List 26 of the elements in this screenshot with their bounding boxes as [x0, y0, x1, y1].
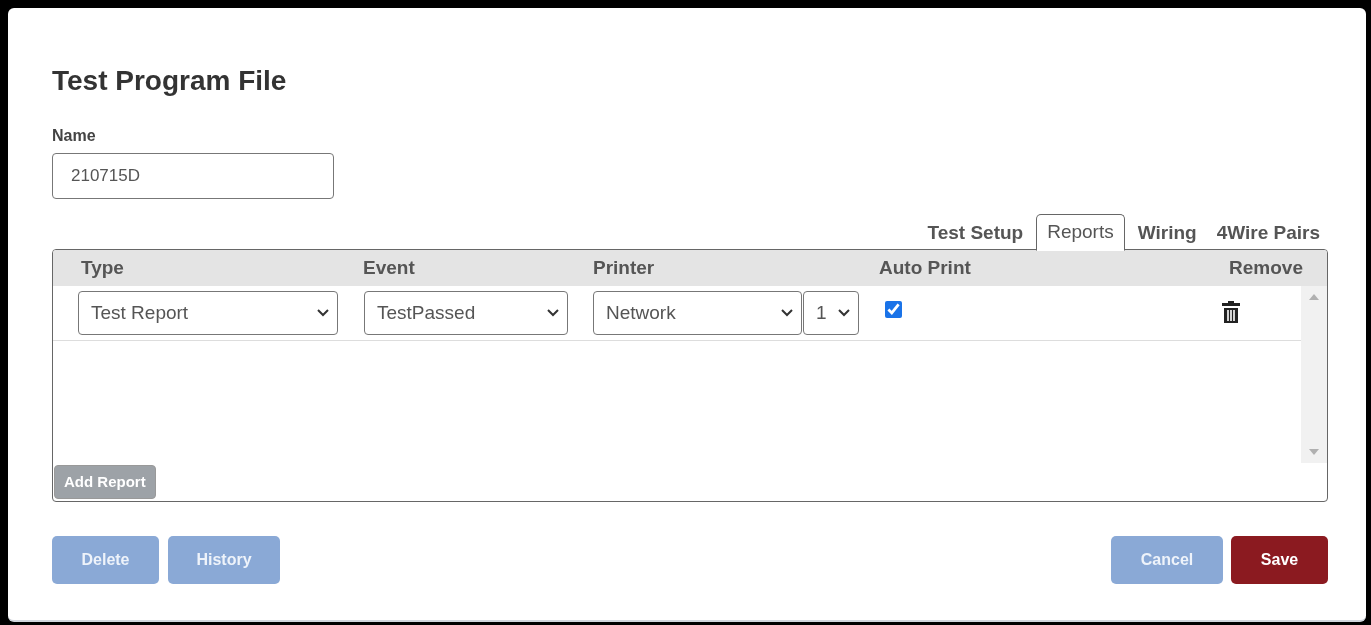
tab[interactable]: Reports: [1036, 214, 1125, 251]
column-header: Auto Print: [879, 256, 971, 280]
trash-icon[interactable]: [1221, 300, 1241, 324]
dropdown[interactable]: Network: [593, 291, 802, 335]
chevron-down-icon: [547, 309, 559, 317]
column-header: Remove: [1229, 256, 1303, 280]
chevron-down-icon: [781, 309, 793, 317]
column-header: Printer: [593, 256, 655, 280]
dropdown[interactable]: 1: [803, 291, 859, 335]
chevron-down-icon: [838, 309, 850, 317]
dropdown[interactable]: Test Report: [78, 291, 338, 335]
column-header: Event: [363, 256, 415, 280]
tab[interactable]: Test Setup: [917, 216, 1034, 250]
tab[interactable]: Wiring: [1127, 216, 1207, 250]
scroll-up-icon[interactable]: [1309, 294, 1319, 300]
dialog-title: Test Program File: [52, 64, 287, 98]
save-button[interactable]: Save: [1231, 536, 1328, 584]
auto-print-checkbox[interactable]: [885, 301, 902, 318]
scrollbar[interactable]: [1301, 286, 1327, 463]
dropdown[interactable]: TestPassed: [364, 291, 568, 335]
scroll-down-icon[interactable]: [1309, 449, 1319, 455]
tab[interactable]: 4Wire Pairs: [1206, 216, 1330, 250]
name-field[interactable]: 210715D: [52, 153, 334, 199]
column-header: Type: [81, 256, 124, 280]
field-label: Name: [52, 126, 96, 146]
chevron-down-icon: [317, 309, 329, 317]
